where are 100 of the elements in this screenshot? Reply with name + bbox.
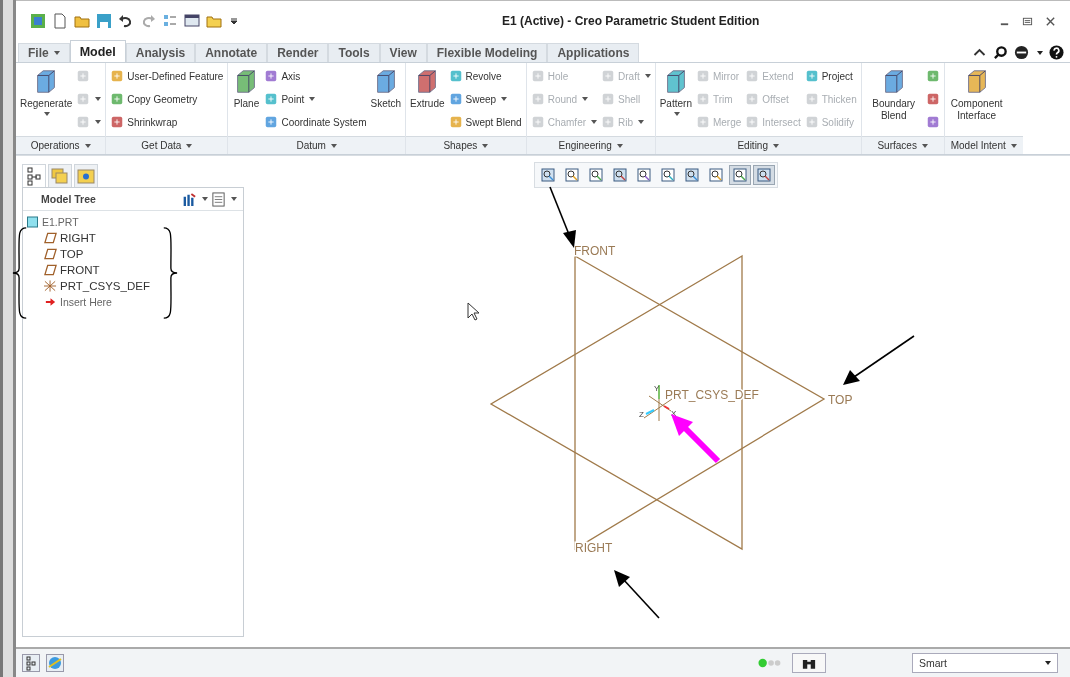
group-label[interactable]: Surfaces — [861, 136, 944, 154]
ribbon-tab[interactable]: View — [379, 43, 427, 62]
ribbon-command[interactable]: Axis — [263, 66, 368, 86]
window-icon[interactable] — [184, 13, 200, 29]
ribbon-command[interactable]: Sketch — [369, 66, 403, 136]
ribbon-tab[interactable]: Render — [267, 43, 329, 62]
ribbon-command[interactable]: Shrinkwrap — [109, 112, 225, 132]
new-file-icon[interactable] — [52, 13, 68, 29]
group-label[interactable]: Editing — [655, 136, 861, 154]
ribbon-command[interactable]: Revolve — [447, 66, 523, 86]
favorites-tab-icon[interactable] — [74, 164, 98, 187]
ribbon-command[interactable]: Coordinate System — [263, 112, 368, 132]
plane-icon — [44, 264, 57, 276]
tool-icon — [601, 69, 616, 83]
tool-icon — [264, 92, 279, 106]
customize-icon[interactable] — [228, 16, 240, 26]
tool-icon — [76, 115, 91, 129]
group-label[interactable]: Model Intent — [944, 136, 1023, 154]
ribbon-tab[interactable]: Tools — [328, 43, 380, 62]
ribbon-command[interactable]: Boundary Blend — [864, 66, 923, 136]
ribbon-tab[interactable]: Analysis — [125, 43, 196, 62]
tool-icon — [530, 92, 545, 106]
ribbon-command[interactable]: Swept Blend — [447, 112, 523, 132]
selection-filter-field[interactable]: Smart — [912, 653, 1058, 673]
redo-icon[interactable] — [140, 13, 156, 29]
tool-icon — [264, 69, 279, 83]
restore-icon[interactable] — [1022, 15, 1033, 27]
caret-icon — [95, 120, 102, 124]
group-label[interactable]: Shapes — [406, 136, 526, 154]
ribbon-command[interactable]: Pattern — [658, 66, 693, 136]
ribbon-tab[interactable]: File — [18, 43, 70, 62]
ribbon-command[interactable]: User-Defined Feature — [109, 66, 225, 86]
ribbon-command[interactable]: Project — [803, 66, 858, 86]
ribbon-tab[interactable]: Model — [69, 40, 126, 62]
caret-icon[interactable] — [1037, 50, 1043, 55]
ribbon-command[interactable]: Regenerate — [19, 66, 74, 136]
tool-icon — [745, 115, 760, 129]
tree-item[interactable]: PRT_CSYS_DEF — [60, 280, 150, 292]
view-tool-button[interactable] — [753, 165, 775, 185]
axis-label: Z — [639, 410, 644, 419]
close-folder-icon[interactable] — [206, 13, 222, 29]
mouse-cursor-icon — [467, 302, 480, 321]
caret-icon — [1045, 661, 1051, 665]
group-label[interactable]: Datum — [228, 136, 406, 154]
tool-icon — [804, 92, 819, 106]
tool-icon — [530, 69, 545, 83]
ribbon-command[interactable]: Component Interface — [947, 66, 1006, 136]
ribbon-command[interactable]: Plane — [231, 66, 262, 136]
tool-icon — [110, 115, 125, 129]
tool-icon — [110, 69, 125, 83]
find-button[interactable] — [792, 653, 826, 673]
tree-tab-icon[interactable] — [22, 164, 46, 187]
caret-icon[interactable] — [202, 197, 208, 201]
tree-toggle-icon[interactable] — [22, 654, 40, 672]
tool-icon — [448, 115, 463, 129]
part-icon — [26, 216, 39, 228]
caret-icon — [330, 143, 337, 148]
regenerate-icon[interactable] — [162, 13, 178, 29]
caret-icon — [84, 143, 91, 148]
tool-icon — [264, 115, 279, 129]
view-tool-button[interactable] — [729, 165, 751, 185]
tool-icon — [695, 92, 710, 106]
community-icon[interactable] — [1014, 45, 1029, 60]
tool-icon — [76, 92, 91, 106]
caret-icon — [616, 143, 623, 148]
datum-label: TOP — [828, 393, 853, 407]
tree-item[interactable]: E1.PRT — [42, 216, 79, 228]
group-label[interactable]: Engineering — [526, 136, 655, 154]
ribbon-tab[interactable]: Flexible Modeling — [426, 43, 548, 62]
tool-icon — [530, 115, 545, 129]
ribbon-tab[interactable]: Annotate — [195, 43, 268, 62]
caret-icon[interactable] — [231, 197, 237, 201]
tree-item[interactable]: TOP — [60, 248, 84, 260]
group-label[interactable]: Get Data — [106, 136, 228, 154]
caret-icon — [582, 97, 589, 101]
ribbon-command[interactable]: Sweep — [447, 89, 523, 109]
group-label[interactable]: Operations — [16, 136, 106, 154]
ribbon-tab[interactable]: Applications — [547, 43, 640, 62]
close-icon[interactable] — [1045, 15, 1056, 27]
plane-icon — [44, 232, 57, 244]
ribbon-command[interactable]: Copy Geometry — [109, 89, 225, 109]
browser-toggle-icon[interactable] — [46, 654, 64, 672]
open-folder-icon[interactable] — [74, 13, 90, 29]
ribbon-command[interactable]: Extrude — [409, 66, 446, 136]
tree-item[interactable]: Insert Here — [60, 296, 112, 308]
help-icon[interactable] — [1049, 45, 1064, 60]
tool-icon — [695, 69, 710, 83]
tree-item[interactable]: FRONT — [60, 264, 100, 276]
save-icon[interactable] — [96, 13, 112, 29]
insert-arrow-icon — [44, 296, 57, 308]
list-icon[interactable] — [211, 191, 226, 207]
undo-icon[interactable] — [118, 13, 134, 29]
settings-icon[interactable] — [182, 191, 197, 207]
arrow-drawing — [614, 570, 660, 619]
search-icon[interactable] — [993, 45, 1008, 60]
arrow-drawing — [549, 186, 576, 248]
caret-icon — [921, 143, 928, 148]
tree-item[interactable]: RIGHT — [60, 232, 96, 244]
app-logo-icon — [30, 13, 46, 29]
ribbon-command[interactable]: Point — [263, 89, 368, 109]
